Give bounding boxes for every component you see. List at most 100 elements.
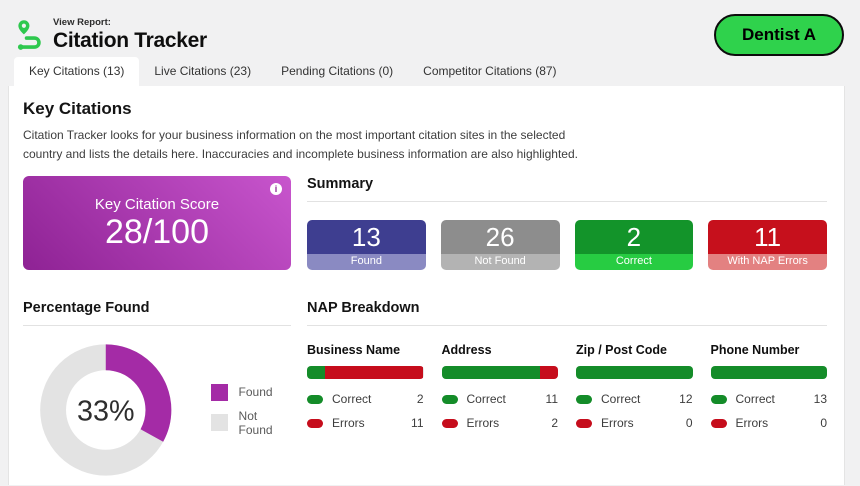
nap-stacked-bar (576, 366, 693, 380)
nap-bar-correct-segment (307, 366, 325, 380)
nap-errors-label: Errors (466, 416, 500, 431)
nap-column-zip-post-code: Zip / Post Code Correct 12 Errors 0 (576, 343, 693, 440)
key-citation-score-card: i Key Citation Score 28/100 (23, 176, 291, 271)
summary-card-not-found: 26 Not Found (440, 220, 560, 271)
legend-item-found: Found (210, 383, 291, 401)
nap-breakdown-heading: NAP Breakdown (307, 300, 827, 327)
nap-correct-count: 2 (416, 392, 424, 407)
nap-column-title: Zip / Post Code (576, 343, 667, 358)
score-card-label: Key Citation Score (94, 195, 220, 213)
summary-card-label: Found (307, 254, 426, 271)
legend-swatch-icon (210, 414, 228, 432)
errors-pill-icon (307, 418, 323, 428)
nap-bar-correct-segment (710, 366, 827, 380)
nap-correct-row: Correct 11 (441, 392, 558, 407)
nap-errors-count: 0 (820, 416, 827, 431)
tab-live-citations-23[interactable]: Live Citations (23) (139, 57, 266, 86)
title-block: View Report: Citation Tracker (53, 17, 207, 53)
correct-pill-icon (576, 394, 592, 404)
nap-column-title: Phone Number (710, 343, 800, 358)
percentage-found-heading: Percentage Found (23, 300, 291, 327)
nap-errors-count: 2 (551, 416, 558, 431)
errors-pill-icon (441, 418, 458, 428)
errors-pill-icon (576, 418, 592, 428)
nap-column-legend: Correct 13 Errors 0 (710, 392, 827, 431)
tab-key-citations-13[interactable]: Key Citations (13) (14, 57, 140, 86)
nap-column-title: Business Name (307, 343, 401, 358)
nap-correct-count: 13 (813, 392, 827, 407)
nap-column-business-name: Business Name Correct 2 Errors 11 (307, 343, 424, 440)
summary-cards: 13 Found 26 Not Found 2 Correct 11 With NAP Err… (307, 220, 827, 271)
nap-column-legend: Correct 12 Errors 0 (576, 392, 693, 430)
correct-pill-icon (307, 394, 323, 404)
nap-correct-count: 12 (679, 392, 693, 407)
summary-card-with-nap-errors: 11 With NAP Errors (708, 220, 827, 271)
summary-card-value: 11 (708, 220, 827, 255)
correct-pill-icon (441, 394, 458, 404)
nap-column-legend: Correct 11 Errors 2 (441, 392, 558, 431)
nap-errors-label: Errors (735, 416, 769, 431)
nap-stacked-bar (710, 366, 827, 380)
legend-label: Found (238, 385, 273, 400)
donut-center-label: 33% (77, 396, 134, 428)
donut-chart: 33% (40, 344, 172, 476)
nap-correct-row: Correct 12 (576, 392, 693, 406)
summary-card-correct: 2 Correct (574, 220, 694, 271)
nap-stacked-bar (307, 366, 424, 380)
nap-stacked-bar (441, 366, 558, 380)
score-card-value: 28/100 (105, 212, 209, 251)
summary-section: Summary 13 Found 26 Not Found 2 Correct 11 With… (307, 176, 827, 271)
view-report-label: View Report: (53, 17, 111, 28)
nap-bar-correct-segment (576, 366, 693, 380)
nap-correct-label: Correct (466, 392, 506, 407)
legend-label: Not Found (238, 408, 273, 437)
correct-pill-icon (710, 394, 727, 404)
nap-column-address: Address Correct 11 Errors 2 (441, 343, 558, 440)
summary-card-label: Not Found (440, 254, 560, 271)
nap-column-title: Address (441, 343, 492, 358)
nap-correct-label: Correct (735, 392, 775, 407)
nap-errors-label: Errors (332, 416, 365, 431)
nap-bar-correct-segment (441, 366, 541, 380)
nap-correct-row: Correct 2 (307, 392, 424, 406)
nap-bar-errors-segment (540, 366, 558, 380)
tab-pending-citations-0[interactable]: Pending Citations (0) (266, 57, 408, 86)
nap-grid: Business Name Correct 2 Errors 11 Address Corr… (307, 343, 827, 440)
summary-heading: Summary (307, 176, 827, 203)
content-panel: Key Citations Citation Tracker looks for… (8, 86, 845, 485)
errors-pill-icon (710, 418, 727, 428)
nap-errors-row: Errors 11 (307, 416, 424, 430)
nap-errors-row: Errors 0 (710, 416, 827, 431)
nap-bar-errors-segment (324, 366, 424, 380)
nap-breakdown-section: NAP Breakdown Business Name Correct 2 Error… (307, 300, 827, 486)
nap-correct-label: Correct (332, 392, 372, 407)
summary-card-value: 26 (440, 220, 560, 255)
nap-errors-count: 0 (685, 416, 693, 431)
report-header: View Report: Citation Tracker Dentist A (0, 0, 860, 58)
summary-card-value: 13 (307, 220, 426, 255)
nap-correct-row: Correct 13 (710, 392, 827, 407)
nap-errors-label: Errors (601, 416, 634, 431)
nap-column-legend: Correct 2 Errors 11 (307, 392, 424, 430)
business-selector-button[interactable]: Dentist A (714, 14, 844, 56)
nap-correct-label: Correct (601, 392, 641, 407)
percentage-found-chart: 33% Found Not Found (23, 334, 291, 486)
legend-swatch-icon (210, 383, 228, 401)
tabs: Key Citations (13) Live Citations (23) Pen… (0, 57, 860, 86)
summary-card-label: Correct (574, 254, 694, 271)
nap-errors-row: Errors 2 (441, 416, 558, 431)
nap-column-phone-number: Phone Number Correct 13 Errors 0 (710, 343, 827, 440)
section-description: Citation Tracker looks for your business… (23, 128, 578, 161)
section-title: Key Citations (23, 99, 132, 118)
nap-correct-count: 11 (545, 392, 558, 407)
nap-errors-count: 11 (411, 416, 424, 431)
summary-card-found: 13 Found (307, 220, 426, 271)
nap-errors-row: Errors 0 (576, 416, 693, 430)
info-icon[interactable]: i (270, 183, 282, 196)
summary-card-value: 2 (574, 220, 694, 255)
percentage-found-section: Percentage Found 33% Found Not Found (23, 300, 291, 486)
tab-competitor-citations-87[interactable]: Competitor Citations (87) (408, 57, 571, 86)
summary-card-label: With NAP Errors (708, 254, 827, 271)
route-pin-icon (17, 20, 41, 50)
legend-item-not-found: Not Found (210, 408, 291, 437)
